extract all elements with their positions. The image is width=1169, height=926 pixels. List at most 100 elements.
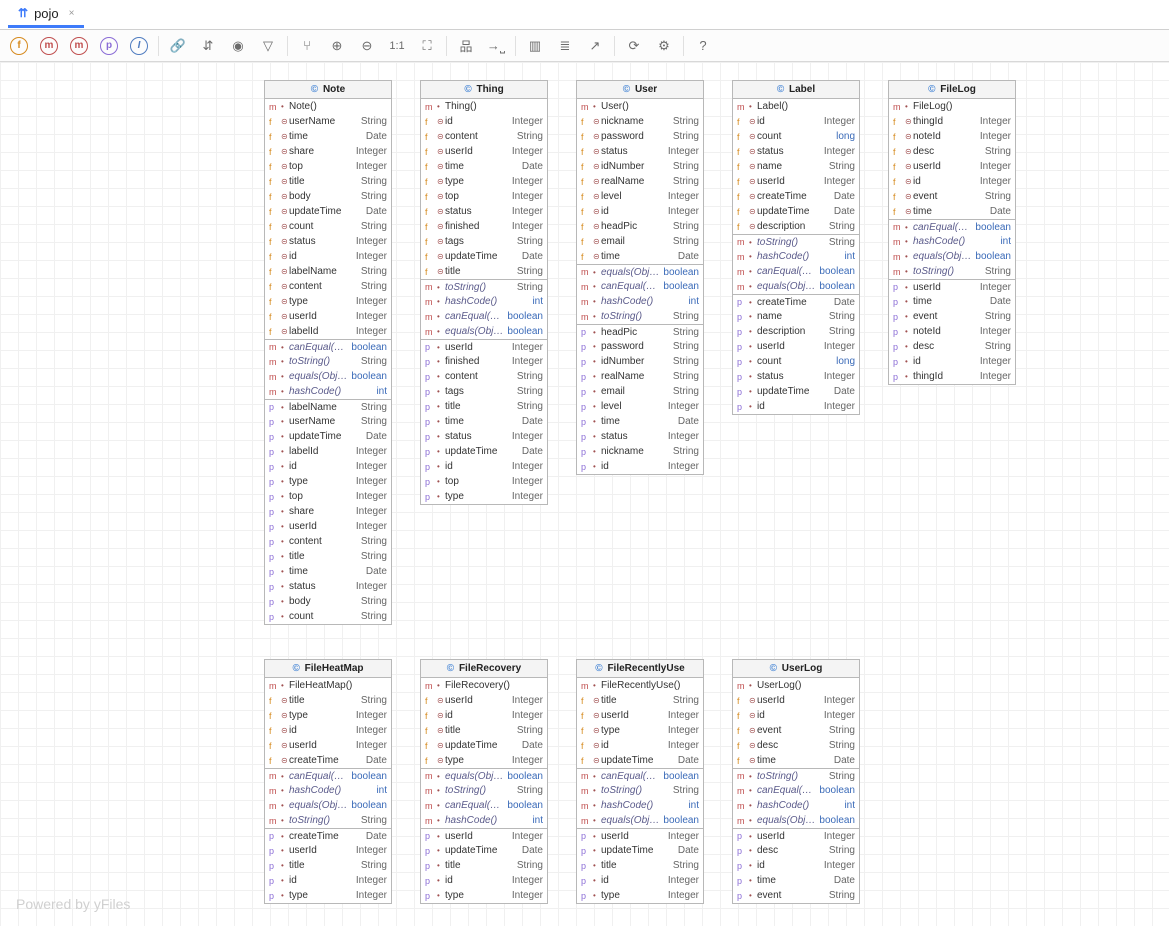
member-row[interactable]: m•equals(Object)boolean	[421, 768, 547, 783]
class-header[interactable]: © UserLog	[733, 660, 859, 678]
member-row[interactable]: p•nicknameString	[577, 444, 703, 459]
member-row[interactable]: p•countString	[265, 609, 391, 624]
member-row[interactable]: p•createTimeDate	[265, 828, 391, 843]
class-box-filerecovery[interactable]: © FileRecoverym•FileRecovery()f⊝userIdIn…	[420, 659, 548, 904]
member-row[interactable]: f⊝timeDate	[577, 249, 703, 264]
add-button[interactable]: ⊕	[324, 33, 350, 59]
member-row[interactable]: p•idInteger	[265, 459, 391, 474]
class-header[interactable]: © FileRecovery	[421, 660, 547, 678]
expand-button[interactable]: ▥	[522, 33, 548, 59]
member-row[interactable]: p•updateTimeDate	[265, 429, 391, 444]
member-row[interactable]: f⊝timeDate	[265, 129, 391, 144]
member-row[interactable]: p•statusInteger	[733, 369, 859, 384]
member-row[interactable]: f⊝countlong	[733, 129, 859, 144]
member-row[interactable]: m•hashCode()int	[265, 384, 391, 399]
member-row[interactable]: m•FileLog()	[889, 99, 1015, 114]
member-row[interactable]: m•toString()String	[421, 279, 547, 294]
member-row[interactable]: p•timeDate	[421, 414, 547, 429]
branch-button[interactable]: ⑂	[294, 33, 320, 59]
member-row[interactable]: p•titleString	[265, 549, 391, 564]
member-row[interactable]: m•Note()	[265, 99, 391, 114]
sort-button[interactable]: ⇵	[195, 33, 221, 59]
member-row[interactable]: p•statusInteger	[577, 429, 703, 444]
member-row[interactable]: f⊝titleString	[265, 174, 391, 189]
member-row[interactable]: p•idInteger	[265, 873, 391, 888]
member-row[interactable]: m•equals(Object)boolean	[421, 324, 547, 339]
member-row[interactable]: f⊝finishedInteger	[421, 219, 547, 234]
member-row[interactable]: f⊝labelIdInteger	[265, 324, 391, 339]
member-row[interactable]: m•canEqual(Object)boolean	[265, 339, 391, 354]
member-row[interactable]: f⊝typeInteger	[577, 723, 703, 738]
class-box-user[interactable]: © Userm•User()f⊝nicknameStringf⊝password…	[576, 80, 704, 475]
member-row[interactable]: f⊝statusInteger	[265, 234, 391, 249]
member-row[interactable]: m•equals(Object)boolean	[577, 264, 703, 279]
member-row[interactable]: f⊝createTimeDate	[733, 189, 859, 204]
member-row[interactable]: p•typeInteger	[421, 489, 547, 504]
visibility-button[interactable]: ◉	[225, 33, 251, 59]
member-row[interactable]: p•userIdInteger	[889, 279, 1015, 294]
class-box-filerecentlyuse[interactable]: © FileRecentlyUsem•FileRecentlyUse()f⊝ti…	[576, 659, 704, 904]
member-row[interactable]: f⊝idInteger	[733, 708, 859, 723]
member-row[interactable]: m•canEqual(Object)boolean	[577, 279, 703, 294]
member-row[interactable]: p•descriptionString	[733, 324, 859, 339]
member-row[interactable]: f⊝userIdInteger	[421, 144, 547, 159]
member-row[interactable]: m•hashCode()int	[733, 798, 859, 813]
member-row[interactable]: f⊝descString	[889, 144, 1015, 159]
member-row[interactable]: m•FileRecovery()	[421, 678, 547, 693]
filter-m-button[interactable]: m	[36, 33, 62, 59]
member-row[interactable]: p•idInteger	[733, 858, 859, 873]
member-row[interactable]: f⊝eventString	[889, 189, 1015, 204]
member-row[interactable]: f⊝timeDate	[733, 753, 859, 768]
member-row[interactable]: f⊝noteIdInteger	[889, 129, 1015, 144]
member-row[interactable]: f⊝shareInteger	[265, 144, 391, 159]
member-row[interactable]: p•idInteger	[421, 873, 547, 888]
member-row[interactable]: f⊝updateTimeDate	[265, 204, 391, 219]
member-row[interactable]: m•hashCode()int	[265, 783, 391, 798]
member-row[interactable]: f⊝emailString	[577, 234, 703, 249]
member-row[interactable]: f⊝updateTimeDate	[733, 204, 859, 219]
member-row[interactable]: f⊝typeInteger	[421, 174, 547, 189]
member-row[interactable]: p•noteIdInteger	[889, 324, 1015, 339]
filter-m2-button[interactable]: m	[66, 33, 92, 59]
filter-f-button[interactable]: f	[6, 33, 32, 59]
member-row[interactable]: m•hashCode()int	[421, 813, 547, 828]
member-row[interactable]: m•toString()String	[421, 783, 547, 798]
member-row[interactable]: f⊝typeInteger	[421, 753, 547, 768]
settings-button[interactable]: ⚙	[651, 33, 677, 59]
member-row[interactable]: f⊝levelInteger	[577, 189, 703, 204]
member-row[interactable]: m•hashCode()int	[733, 249, 859, 264]
member-row[interactable]: m•User()	[577, 99, 703, 114]
class-box-fileheatmap[interactable]: © FileHeatMapm•FileHeatMap()f⊝titleStrin…	[264, 659, 392, 904]
member-row[interactable]: m•equals(Object)boolean	[889, 249, 1015, 264]
member-row[interactable]: p•nameString	[733, 309, 859, 324]
member-row[interactable]: p•idInteger	[889, 354, 1015, 369]
member-row[interactable]: p•shareInteger	[265, 504, 391, 519]
member-row[interactable]: f⊝realNameString	[577, 174, 703, 189]
member-row[interactable]: p•timeDate	[733, 873, 859, 888]
member-row[interactable]: p•updateTimeDate	[421, 444, 547, 459]
member-row[interactable]: p•userIdInteger	[733, 339, 859, 354]
member-row[interactable]: p•eventString	[733, 888, 859, 903]
class-box-thing[interactable]: © Thingm•Thing()f⊝idIntegerf⊝contentStri…	[420, 80, 548, 505]
member-row[interactable]: p•realNameString	[577, 369, 703, 384]
member-row[interactable]: f⊝descString	[733, 738, 859, 753]
class-header[interactable]: © Thing	[421, 81, 547, 99]
member-row[interactable]: p•titleString	[577, 858, 703, 873]
member-row[interactable]: p•timeDate	[265, 564, 391, 579]
member-row[interactable]: m•Label()	[733, 99, 859, 114]
member-row[interactable]: p•statusInteger	[265, 579, 391, 594]
member-row[interactable]: p•titleString	[421, 858, 547, 873]
member-row[interactable]: p•typeInteger	[265, 888, 391, 903]
member-row[interactable]: f⊝nicknameString	[577, 114, 703, 129]
member-row[interactable]: m•hashCode()int	[577, 798, 703, 813]
member-row[interactable]: m•toString()String	[577, 309, 703, 324]
member-row[interactable]: m•canEqual(Object)boolean	[421, 798, 547, 813]
link-button[interactable]: 🔗	[165, 33, 191, 59]
member-row[interactable]: f⊝userIdInteger	[421, 693, 547, 708]
member-row[interactable]: m•toString()String	[733, 768, 859, 783]
member-row[interactable]: f⊝countString	[265, 219, 391, 234]
member-row[interactable]: p•userIdInteger	[265, 843, 391, 858]
class-header[interactable]: © FileHeatMap	[265, 660, 391, 678]
member-row[interactable]: p•levelInteger	[577, 399, 703, 414]
member-row[interactable]: m•toString()String	[265, 813, 391, 828]
